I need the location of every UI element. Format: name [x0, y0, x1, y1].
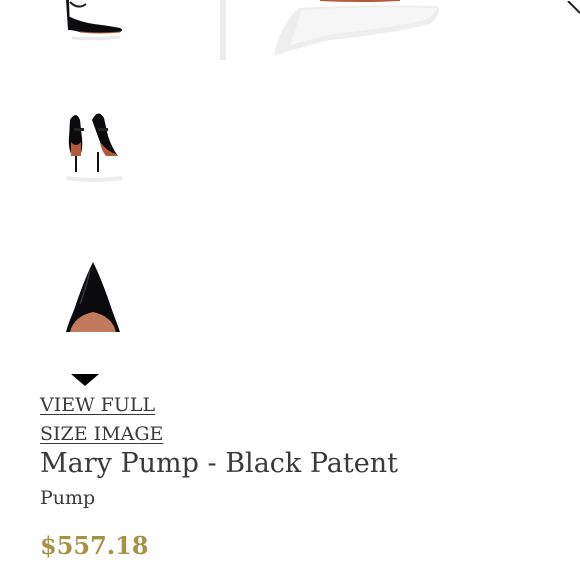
thumbnail-back-view[interactable] — [50, 98, 136, 198]
triangle-down-icon[interactable] — [71, 374, 99, 386]
thumbnail-top-view[interactable] — [50, 240, 136, 348]
shoe-main-image-icon — [220, 0, 439, 60]
product-title: Mary Pump - Black Patent — [40, 448, 398, 479]
shoe-back-view-icon — [65, 113, 123, 182]
thumbnail-side-view[interactable] — [50, 0, 136, 52]
next-arrow-icon[interactable] — [566, 0, 580, 14]
product-price: $557.18 — [40, 531, 149, 560]
product-category: Pump — [40, 487, 96, 509]
shoe-side-view-icon — [66, 0, 122, 41]
main-product-image[interactable] — [210, 0, 450, 62]
view-full-size-image-link[interactable]: VIEW FULL SIZE IMAGE — [40, 391, 200, 449]
shoe-top-view-icon — [66, 262, 120, 332]
